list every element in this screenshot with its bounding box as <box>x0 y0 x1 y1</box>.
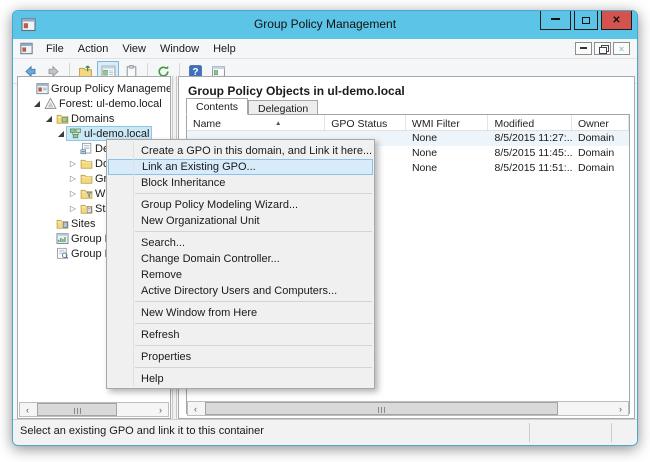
menu-item-block-inheritance[interactable]: Block Inheritance <box>107 175 374 191</box>
menubar-item-help[interactable]: Help <box>206 41 243 57</box>
tab-strip: ContentsDelegation <box>186 98 318 115</box>
scroll-right-icon[interactable]: › <box>153 403 168 416</box>
menu-separator <box>135 231 372 232</box>
wmi-folder-icon <box>80 187 93 200</box>
cell-wmi-filter: None <box>406 131 489 146</box>
cell-owner: Domain <box>572 131 629 146</box>
cell-modified: 8/5/2015 11:27:... <box>489 131 572 146</box>
sort-ascending-icon: ▲ <box>275 120 281 127</box>
title-bar: Group Policy Management ✕ <box>13 11 637 39</box>
menu-item-link-an-existing-gpo[interactable]: Link an Existing GPO... <box>108 159 373 175</box>
close-button[interactable]: ✕ <box>601 11 632 30</box>
content-heading: Group Policy Objects in ul-demo.local <box>188 84 405 98</box>
cell-wmi-filter: None <box>406 146 489 161</box>
menu-item-active-directory-users-and-computers[interactable]: Active Directory Users and Computers... <box>107 283 374 299</box>
folder-icon <box>80 157 93 170</box>
menu-item-group-policy-modeling-wizard[interactable]: Group Policy Modeling Wizard... <box>107 197 374 213</box>
scroll-right-icon[interactable]: › <box>613 402 628 415</box>
scroll-left-icon[interactable]: ‹ <box>20 403 35 416</box>
tree-horizontal-scrollbar[interactable]: ‹ › <box>19 402 169 417</box>
status-text: Select an existing GPO and link it to th… <box>20 425 264 437</box>
menu-item-search[interactable]: Search... <box>107 235 374 251</box>
tree-scroll-track[interactable] <box>35 403 153 416</box>
maximize-button[interactable] <box>574 11 598 30</box>
menu-separator <box>135 323 372 324</box>
sites-folder-icon <box>56 217 69 230</box>
tree-item-sites[interactable]: Sites <box>44 216 97 231</box>
menu-separator <box>135 301 372 302</box>
minimize-button[interactable] <box>540 11 571 30</box>
column-header-modified[interactable]: Modified <box>488 115 571 130</box>
status-bar: Select an existing GPO and link it to th… <box>13 419 637 445</box>
column-header-name[interactable]: Name▲ <box>187 115 325 130</box>
menu-item-properties[interactable]: Properties <box>107 349 374 365</box>
cell-wmi-filter: None <box>406 161 489 176</box>
column-header-owner[interactable]: Owner <box>572 115 629 130</box>
menubar-item-action[interactable]: Action <box>71 41 116 57</box>
menu-item-remove[interactable]: Remove <box>107 267 374 283</box>
starter-folder-icon <box>80 202 93 215</box>
menu-item-refresh[interactable]: Refresh <box>107 327 374 343</box>
tab-contents[interactable]: Contents <box>186 98 248 115</box>
collapsed-icon[interactable]: ▷ <box>68 204 78 213</box>
menu-bar: FileActionViewWindowHelp × <box>13 39 637 59</box>
expanded-icon[interactable]: ◢ <box>44 114 54 123</box>
tree-item-forest-ul-demo-local[interactable]: ◢ Forest: ul-demo.local <box>32 96 164 111</box>
menu-separator <box>135 193 372 194</box>
cell-owner: Domain <box>572 161 629 176</box>
mdi-close-button[interactable]: × <box>613 42 630 55</box>
group-policy-management-window: Group Policy Management ✕ FileActionView… <box>12 10 638 446</box>
list-header: Name▲GPO StatusWMI FilterModifiedOwner <box>187 115 629 131</box>
modeling-icon <box>56 232 69 245</box>
expanded-icon[interactable]: ◢ <box>56 129 66 138</box>
menu-item-new-window-from-here[interactable]: New Window from Here <box>107 305 374 321</box>
console-app-icon <box>20 42 33 55</box>
menu-item-change-domain-controller[interactable]: Change Domain Controller... <box>107 251 374 267</box>
tree-item-domains[interactable]: ◢ Domains <box>44 111 116 126</box>
mdi-minimize-button[interactable] <box>575 42 592 55</box>
mdi-restore-button[interactable] <box>594 42 611 55</box>
menu-separator <box>135 345 372 346</box>
gpo-link-icon <box>80 142 93 155</box>
expanded-icon[interactable]: ◢ <box>32 99 42 108</box>
tree-item-label: Forest: ul-demo.local <box>59 98 162 110</box>
menubar-item-view[interactable]: View <box>115 41 153 57</box>
column-header-gpo-status[interactable]: GPO Status <box>325 115 406 130</box>
tree-item-label: ul-demo.local <box>84 128 149 140</box>
collapsed-icon[interactable]: ▷ <box>68 189 78 198</box>
menu-separator <box>135 367 372 368</box>
collapsed-icon[interactable]: ▷ <box>68 174 78 183</box>
tree-item-group-policy-management[interactable]: Group Policy Management <box>24 81 171 96</box>
menubar-items: FileActionViewWindowHelp <box>39 39 243 59</box>
column-header-wmi-filter[interactable]: WMI Filter <box>406 115 489 130</box>
context-menu: Create a GPO in this domain, and Link it… <box>106 139 375 389</box>
forest-icon <box>44 97 57 110</box>
domains-folder-icon <box>56 112 69 125</box>
list-scroll-track[interactable] <box>203 402 613 415</box>
results-icon <box>56 247 69 260</box>
menu-item-help[interactable]: Help <box>107 371 374 387</box>
list-scroll-thumb[interactable] <box>205 402 558 415</box>
cell-modified: 8/5/2015 11:45:... <box>489 146 572 161</box>
menu-item-new-organizational-unit[interactable]: New Organizational Unit <box>107 213 374 229</box>
scroll-left-icon[interactable]: ‹ <box>188 402 203 415</box>
tab-delegation[interactable]: Delegation <box>248 100 318 115</box>
cell-owner: Domain <box>572 146 629 161</box>
tree-scroll-thumb[interactable] <box>37 403 117 416</box>
menubar-item-window[interactable]: Window <box>153 41 206 57</box>
cell-modified: 8/5/2015 11:51:... <box>489 161 572 176</box>
tree-item-label: Sites <box>71 218 95 230</box>
domain-icon <box>69 127 82 140</box>
menubar-item-file[interactable]: File <box>39 41 71 57</box>
folder-icon <box>80 172 93 185</box>
tree-item-label: Group Policy Management <box>51 83 171 95</box>
menu-item-create-a-gpo-in-this-domain-and-link-it-here[interactable]: Create a GPO in this domain, and Link it… <box>107 143 374 159</box>
console-root-icon <box>36 82 49 95</box>
tree-item-label: Domains <box>71 113 114 125</box>
list-horizontal-scrollbar[interactable]: ‹ › <box>187 401 629 416</box>
collapsed-icon[interactable]: ▷ <box>68 159 78 168</box>
